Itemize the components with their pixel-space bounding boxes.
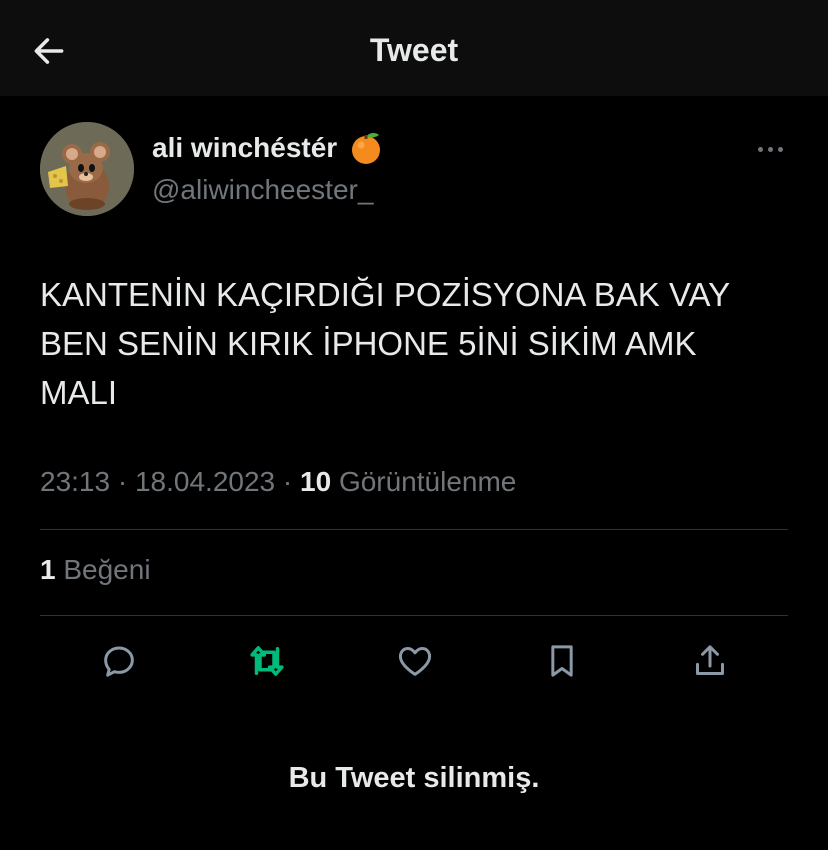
avatar[interactable] <box>40 122 134 216</box>
bookmark-button[interactable] <box>539 638 585 684</box>
author-display-name[interactable]: ali winchéstér <box>152 130 383 166</box>
divider <box>40 615 788 616</box>
more-dots-icon <box>757 146 763 152</box>
divider <box>40 529 788 530</box>
deleted-tweet-notice: Bu Tweet silinmiş. <box>288 762 540 794</box>
retweet-icon <box>250 646 284 676</box>
reply-button[interactable] <box>96 638 142 684</box>
share-icon <box>696 645 724 675</box>
tweet-line: MALI <box>40 374 118 411</box>
share-button[interactable] <box>687 638 733 684</box>
tweet-date[interactable]: 18.04.2023 <box>135 466 275 497</box>
likes-count: 1 <box>40 554 56 585</box>
orange-emoji-icon <box>352 132 381 164</box>
more-options-button[interactable] <box>750 134 790 164</box>
tweet-metadata: 23:13 · 18.04.2023 · 10 Görüntülenme <box>40 466 516 498</box>
page-title: Tweet <box>369 32 459 68</box>
separator: · <box>117 466 128 497</box>
views-count: 10 <box>300 466 332 497</box>
like-icon <box>398 647 432 676</box>
retweet-button[interactable] <box>244 638 290 684</box>
like-button[interactable] <box>392 638 438 684</box>
reply-icon <box>104 646 134 677</box>
tweet-time[interactable]: 23:13 <box>40 466 110 497</box>
bookmark-icon <box>551 645 573 677</box>
likes-summary[interactable]: 1 Beğeni <box>40 554 151 586</box>
views-label: Görüntülenme <box>338 466 517 497</box>
author-handle[interactable]: @aliwincheester_ <box>152 174 373 206</box>
tweet-line: BEN SENİN KIRIK İPHONE 5İNİ SİKİM AMK <box>40 325 697 362</box>
likes-label: Beğeni <box>63 554 151 585</box>
separator: · <box>282 466 293 497</box>
tweet-line: KANTENİN KAÇIRDIĞI POZİSYONA BAK VAY <box>40 276 731 313</box>
tweet-text: KANTENİN KAÇIRDIĞI POZİSYONA BAK VAY BEN… <box>40 270 800 417</box>
author-name-text: ali winchéstér <box>152 132 338 163</box>
top-bar: Tweet <box>0 0 828 96</box>
